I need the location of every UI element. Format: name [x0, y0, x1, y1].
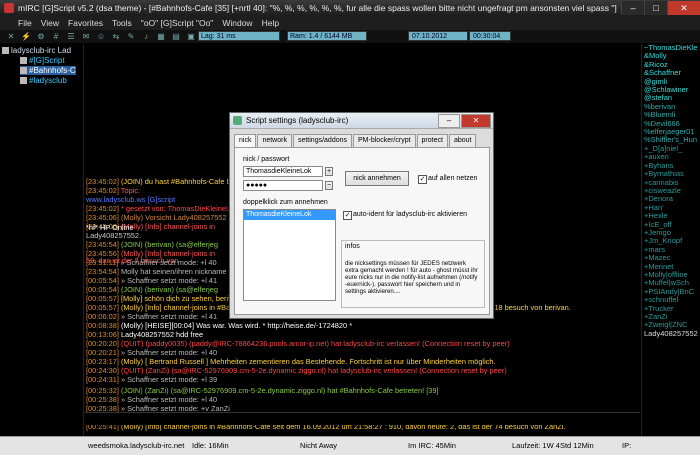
chat-line: Lady408257552. — [86, 231, 142, 240]
auto-ident-checkbox[interactable]: ✓ — [343, 211, 352, 220]
auto-ident-label: auto-ident für ladysclub-irc aktivieren — [353, 211, 467, 218]
chat-line: [00:08:38] (Molly) [HEISE][00:04] Was wa… — [86, 321, 353, 330]
remove-nick-button[interactable]: − — [325, 181, 333, 190]
tab-protect[interactable]: protect — [416, 134, 448, 147]
time-display: 00:30:04 — [469, 31, 511, 41]
chat-line: [00:13:06] Lady408257552 hdd free — [86, 330, 204, 339]
chat-line: [23:45:02] Topic: — [86, 186, 141, 195]
menu-favorites[interactable]: Favorites — [68, 18, 103, 28]
message-input[interactable] — [84, 412, 640, 425]
menu-tools[interactable]: Tools — [112, 18, 132, 28]
chat-line: www.ladysclub.ws [G]script — [86, 195, 176, 204]
nick-list-item[interactable]: Lady408257552 — [642, 329, 700, 338]
chat-line: [00:06:02] » Schaffner setzt mode: +l 41 — [86, 312, 218, 321]
status-away: Nicht Away — [300, 441, 337, 450]
maximize-button[interactable]: □ — [644, 1, 667, 15]
nick-field[interactable]: ThomasdieKleineLok — [243, 166, 323, 177]
infos-label: infos — [345, 243, 360, 250]
options-icon[interactable]: ⚙ — [36, 32, 46, 42]
chat-line: [00:05:54] (JOIN) (berivan) (sa@elferjeg — [86, 285, 218, 294]
dialog-minimize-button[interactable]: – — [438, 114, 460, 128]
title-bar: mIRC [G]Script v5.2 (dsa theme) - [#Bahn… — [0, 0, 700, 16]
toolbar: ✕ ⚡ ⚙ # ☰ ✉ ☺ ⇆ ✎ ♪ ▦ ▤ ▣ ? Lag: 31 ms R… — [0, 30, 700, 43]
tile-icon[interactable]: ▦ — [156, 32, 166, 42]
tree-channel-gscript[interactable]: #[G]Script — [20, 56, 65, 65]
list-icon[interactable]: ☰ — [66, 32, 76, 42]
tree-channel-bahnhofs[interactable]: #Bahnhofs-C — [20, 66, 76, 75]
tab-nick[interactable]: nick — [234, 134, 257, 148]
chat-line: [00:24:30] (QUIT) (ZanZi) (sa@IRC-529769… — [86, 366, 507, 375]
mirc-app-icon — [4, 3, 14, 13]
chat-line: [00:23:17] (Molly) [ Bertrand Russell ] … — [86, 357, 496, 366]
infos-text: die nicksettings müssen für JEDES netzwe… — [345, 260, 478, 295]
cascade-icon[interactable]: ▤ — [171, 32, 181, 42]
status-server: weedsmoka.ladysclub-irc.net — [88, 441, 185, 450]
chat-line: [23:45:02] * gesetzt von: ThomasDieKlein… — [86, 204, 238, 213]
address-icon[interactable]: ✉ — [81, 32, 91, 42]
chat-line: [00:24:31] » Schaffner setzt mode: +l 39 — [86, 375, 218, 384]
menu-view[interactable]: View — [41, 18, 59, 28]
log-icon[interactable]: ▣ — [186, 32, 196, 42]
auf-allen-netzen-checkbox[interactable]: ✓ — [418, 175, 427, 184]
nick-annehmen-button[interactable]: nick annehmen — [345, 171, 409, 186]
channel-icon[interactable]: # — [51, 32, 61, 42]
menu-window[interactable]: Window — [222, 18, 252, 28]
status-idle: Idle: 16Min — [192, 441, 229, 450]
chat-line: [23:45:06] (Molly) Vorsicht Lady40825755… — [86, 213, 227, 222]
dialog-title: Script settings (ladysclub-irc) — [246, 116, 349, 125]
nick-list-item[interactable]: ThomasdieKleineLok — [244, 210, 335, 220]
nick-tab-panel: nick / passwort ThomasdieKleineLok ●●●●●… — [234, 147, 490, 315]
auf-allen-netzen-label: auf allen netzen — [428, 175, 478, 182]
menu-bar: File View Favorites Tools "oO" [G]Script… — [0, 16, 700, 30]
date-display: 07.10.2012 — [408, 31, 468, 41]
chat-line: [00:05:54] » Schaffner setzt mode: +l 41 — [86, 276, 218, 285]
status-bar: weedsmoka.ladysclub-irc.net Idle: 16Min … — [0, 436, 700, 455]
chat-icon[interactable]: ☺ — [96, 32, 106, 42]
dialog-tabs: nick network settings/addons PM-blocker/… — [234, 134, 477, 148]
tree-server[interactable]: ladysclub-irc Lad — [2, 46, 71, 55]
close-button[interactable]: ✕ — [667, 1, 700, 15]
tab-about[interactable]: about — [448, 134, 477, 147]
script-settings-dialog: Script settings (ladysclub-irc) – ✕ nick… — [229, 112, 494, 319]
chat-line: [00:20:20] (QUIT) (paddy0035) (paddy@IRC… — [86, 339, 510, 348]
dialog-title-bar: Script settings (ladysclub-irc) – ✕ — [230, 113, 493, 129]
status-laufzeit: Laufzeit: 1W 4Std 12Min — [512, 441, 594, 450]
dialog-app-icon — [233, 116, 242, 125]
chat-line: [00:25:38] » Schaffner setzt mode: +l 40 — [86, 395, 218, 404]
ram-meter: Ram: 1.4 / 6144 MB — [287, 31, 367, 41]
password-field[interactable]: ●●●●● — [243, 180, 323, 191]
tree-channel-ladysclub[interactable]: #ladysclub — [20, 76, 67, 85]
lag-meter: Lag: 31 ms — [198, 31, 280, 41]
chat-line: [00:20:21] » Schaffner setzt mode: +l 40 — [86, 348, 218, 357]
nick-list[interactable]: ~ThomasDieKle &Molly &Ricoz &Schaffner @giml… — [641, 44, 700, 436]
chat-line: [23:45:54] (JOIN) (berivan) (sa@elferjeg — [86, 240, 218, 249]
minimize-button[interactable]: – — [621, 1, 644, 15]
tab-settings-addons[interactable]: settings/addons — [292, 134, 353, 147]
close-x-icon[interactable]: ✕ — [6, 32, 16, 42]
chat-line: [00:05:57] [Molly] schön dich zu sehen, … — [86, 294, 241, 303]
connect-icon[interactable]: ⚡ — [21, 32, 31, 42]
window-title: mIRC [G]Script v5.2 (dsa theme) - [#Bahn… — [18, 3, 617, 13]
script-icon[interactable]: ✎ — [126, 32, 136, 42]
status-ip: IP: — [622, 441, 632, 450]
menu-gscript[interactable]: "oO" [G]Script "Oo" — [141, 18, 214, 28]
infos-groupbox: infos die nicksettings müssen für JEDES … — [341, 240, 485, 308]
status-im-irc: Im IRC: 45Min — [408, 441, 456, 450]
menu-file[interactable]: File — [18, 18, 32, 28]
add-nick-button[interactable]: + — [325, 167, 333, 176]
treebar: ladysclub-irc Lad #[G]Script #Bahnhofs-C… — [0, 44, 84, 436]
tab-pm-blocker[interactable]: PM-blocker/crypt — [353, 134, 416, 147]
notify-icon[interactable]: ♪ — [141, 32, 151, 42]
doppelklick-label: doppelklick zum annehmen — [243, 199, 328, 206]
nick-list-box[interactable]: ThomasdieKleineLok — [243, 209, 336, 301]
dialog-close-button[interactable]: ✕ — [461, 114, 491, 128]
nick-password-label: nick / passwort — [243, 156, 290, 163]
dcc-icon[interactable]: ⇆ — [111, 32, 121, 42]
menu-help[interactable]: Help — [262, 18, 279, 28]
chat-line: [00:25:32] (JOIN) (ZanZi) (sa@IRC-529769… — [86, 386, 439, 395]
chat-line: [23:54:54] Molly hat seinen/ihren nickna… — [86, 267, 227, 276]
tab-network[interactable]: network — [257, 134, 292, 147]
